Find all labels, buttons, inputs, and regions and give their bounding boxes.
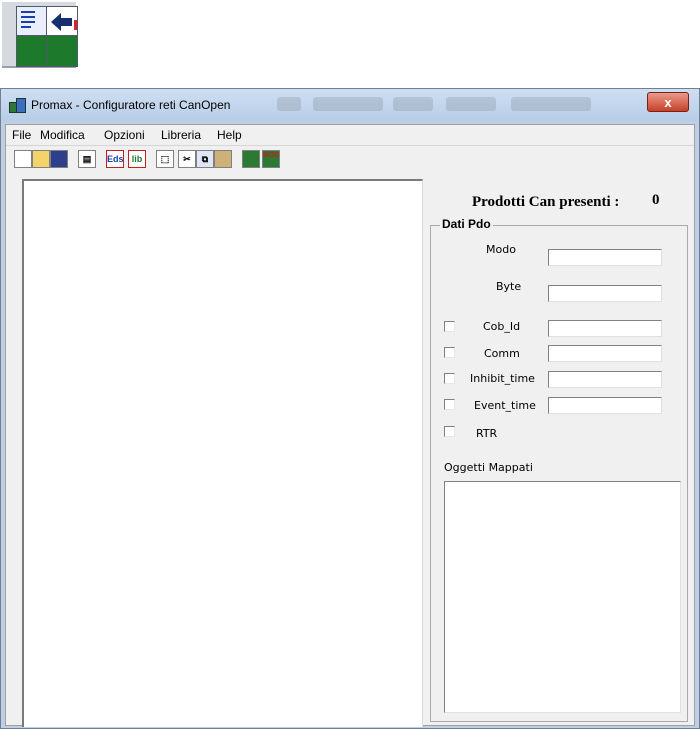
save-icon[interactable] [50,150,68,168]
menu-modifica[interactable]: Modifica [40,128,85,142]
byte-label: Byte [496,280,522,293]
cob-id-field[interactable] [548,320,662,337]
inhibit-time-checkbox[interactable] [444,373,455,384]
board-icon [16,35,48,67]
rtr-label: RTR [476,427,498,440]
paste-icon[interactable] [214,150,232,168]
modo-field[interactable] [548,249,662,266]
comm-label: Comm [484,347,520,360]
properties-icon[interactable]: ▤ [78,150,96,168]
menu-file[interactable]: File [12,128,31,142]
toolbar-zoom-icon [2,2,78,68]
mod-icon[interactable]: MOD [262,150,280,168]
toolbar: ▤ Eds lib ⬚ ✂ ⧉ MOD [6,145,694,174]
menu-help[interactable]: Help [217,128,242,142]
network-icon[interactable] [242,150,260,168]
cob-id-checkbox[interactable] [444,321,455,332]
pdo-group-label: Dati Pdo [440,217,493,231]
event-time-checkbox[interactable] [444,399,455,410]
inhibit-time-label: Inhibit_time [470,372,535,385]
inhibit-time-field[interactable] [548,371,662,388]
add-lib-icon[interactable]: lib [128,150,146,168]
board-icon [46,35,78,67]
mapped-objects-list[interactable] [444,481,681,713]
mapped-objects-label: Oggetti Mappati [444,461,533,474]
event-time-field[interactable] [548,397,662,414]
app-window: Promax - Configuratore reti CanOpen x Fi… [0,88,700,729]
menu-opzioni[interactable]: Opzioni [104,128,145,142]
app-icon [9,98,26,113]
new-icon[interactable] [14,150,32,168]
open-icon[interactable] [32,150,50,168]
event-time-label: Event_time [474,399,536,412]
rtr-checkbox[interactable] [444,426,455,437]
comm-checkbox[interactable] [444,347,455,358]
menu-bar: File Modifica Opzioni Libreria Help [6,125,694,145]
client-area: File Modifica Opzioni Libreria Help ▤ Ed… [5,124,695,727]
network-tree-panel[interactable] [22,179,423,727]
window-title: Promax - Configuratore reti CanOpen [31,98,231,112]
copy-icon[interactable]: ⧉ [196,150,214,168]
comm-field[interactable] [548,345,662,362]
close-button[interactable]: x [647,92,689,112]
byte-field[interactable] [548,285,662,302]
menu-libreria[interactable]: Libreria [161,128,201,142]
add-eds-icon[interactable]: Eds [106,150,124,168]
edit-icon[interactable]: ⬚ [156,150,174,168]
modo-label: Modo [486,243,516,256]
products-label: Prodotti Can presenti : [472,194,620,210]
products-count: 0 [652,192,660,208]
document-list-icon [16,6,48,38]
cob-id-label: Cob_Id [483,320,521,333]
cut-icon[interactable]: ✂ [178,150,196,168]
title-bar[interactable]: Promax - Configuratore reti CanOpen x [1,89,699,121]
